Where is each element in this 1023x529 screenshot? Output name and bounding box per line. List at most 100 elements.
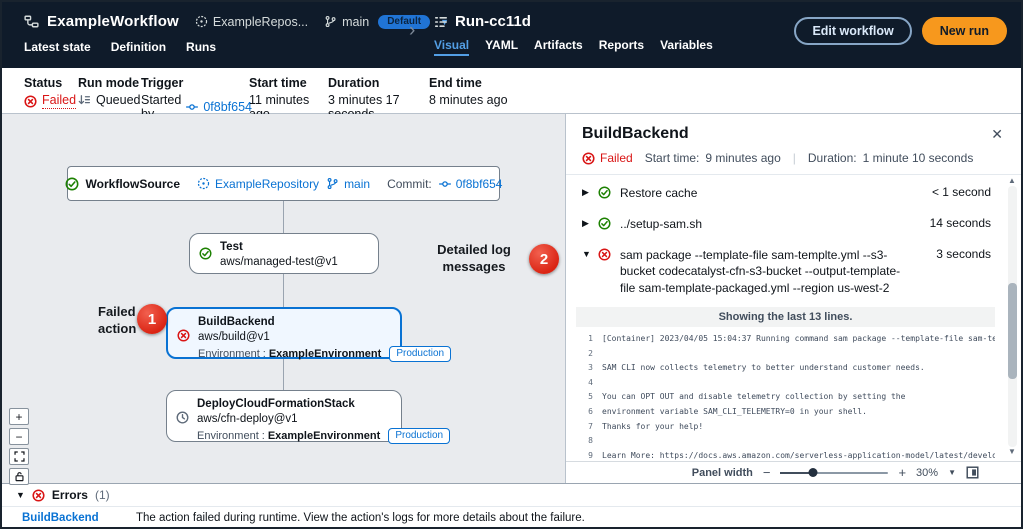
chevron-down-icon[interactable]: ▼	[948, 468, 956, 477]
commit-label: Commit:	[387, 177, 432, 191]
expand-panel-icon[interactable]	[966, 466, 979, 479]
commit-icon	[186, 101, 198, 113]
log-zoom-value[interactable]: 30%	[916, 467, 938, 479]
source-commit-link[interactable]: 0f8bf654	[439, 177, 503, 191]
log-banner: Showing the last 13 lines.	[576, 307, 995, 327]
log-line: 5You can OPT OUT and disable telemetry c…	[578, 390, 995, 405]
step-row-sam-package[interactable]: ▼ sam package --template-file sam-templt…	[566, 240, 1021, 304]
end-time-column: End time 8 minutes ago	[429, 76, 508, 113]
end-time-label: End time	[429, 76, 508, 90]
lock-button[interactable]	[9, 468, 29, 485]
tab-variables[interactable]: Variables	[660, 38, 713, 56]
close-icon[interactable]: ✕	[991, 127, 1003, 141]
status-label: Status	[24, 76, 78, 90]
panel-width-increase-button[interactable]: +	[898, 465, 906, 480]
zoom-in-button[interactable]: +	[9, 408, 29, 425]
step-name: Restore cache	[620, 185, 932, 202]
expand-caret-icon[interactable]: ▶	[582, 218, 597, 229]
source-commit-id: 0f8bf654	[456, 177, 503, 191]
repository-icon	[195, 15, 208, 28]
top-header: ExampleWorkflow ExampleRepos... main Def…	[2, 2, 1021, 68]
tab-definition[interactable]: Definition	[111, 40, 166, 54]
environment-label: Environment	[197, 430, 259, 442]
source-branch-link[interactable]: main	[326, 177, 370, 191]
trigger-commit-link[interactable]: 0f8bf654	[203, 100, 252, 114]
log-line: 6environment variable SAM_CLI_TELEMETRY=…	[578, 405, 995, 420]
error-row: BuildBackend The action failed during ru…	[2, 507, 1021, 524]
log-output[interactable]: 1[Container] 2023/04/05 15:04:37 Running…	[578, 332, 995, 461]
commit-icon	[439, 178, 451, 190]
failed-action-annotation: Failed action	[98, 304, 136, 338]
tab-artifacts[interactable]: Artifacts	[534, 38, 583, 56]
run-title: Run-cc11d	[455, 13, 531, 30]
run-mode-value: Queued	[96, 93, 140, 107]
error-action-link[interactable]: BuildBackend	[22, 512, 136, 524]
production-badge: Production	[388, 428, 450, 444]
annotation-text: Failed	[98, 304, 136, 321]
scroll-down-icon[interactable]: ▼	[1008, 447, 1016, 457]
slider-thumb[interactable]	[808, 468, 817, 477]
start-time-label: Start time	[249, 76, 328, 90]
branch-icon	[326, 177, 339, 190]
connector-line	[283, 201, 284, 233]
panel-scrollbar[interactable]: ▲ ▼	[1007, 176, 1017, 457]
connector-line	[283, 274, 284, 307]
annotation-text: Detailed log	[426, 242, 522, 259]
panel-title: BuildBackend	[582, 125, 1005, 143]
status-value[interactable]: Failed	[42, 93, 76, 109]
scrollbar-thumb[interactable]	[1008, 283, 1017, 380]
tab-yaml[interactable]: YAML	[485, 38, 518, 56]
source-repository-link[interactable]: ExampleRepository	[197, 177, 319, 191]
step-duration: 14 seconds	[930, 216, 991, 230]
errors-header[interactable]: ▼ Errors (1)	[2, 484, 1021, 507]
tab-visual[interactable]: Visual	[434, 38, 469, 56]
branch-selector[interactable]: main Default ▼	[324, 15, 449, 29]
panel-header: BuildBackend ✕ Failed Start time: 9 minu…	[566, 114, 1021, 175]
edit-workflow-button[interactable]: Edit workflow	[794, 17, 911, 45]
test-action-node[interactable]: Test aws/managed-test@v1	[189, 233, 379, 274]
workflow-title: ExampleWorkflow	[47, 13, 179, 30]
run-mode-column: Run mode Queued	[78, 76, 141, 113]
panel-footer: Panel width − + 30% ▼	[566, 461, 1021, 483]
connector-line	[283, 359, 284, 390]
failed-status-icon	[582, 152, 595, 165]
branch-icon	[324, 15, 337, 28]
node-action-type: aws/managed-test@v1	[220, 255, 368, 270]
run-status-bar: Status Failed Run mode Queued Trigger St…	[2, 68, 1021, 114]
end-time-value: 8 minutes ago	[429, 93, 508, 107]
deploy-cfn-action-node[interactable]: DeployCloudFormationStack aws/cfn-deploy…	[166, 390, 402, 442]
callout-2-badge: 2	[529, 244, 559, 274]
step-row-setup-sam[interactable]: ▶ ../setup-sam.sh 14 seconds	[566, 209, 1021, 240]
tab-reports[interactable]: Reports	[599, 38, 644, 56]
failed-status-icon	[177, 329, 190, 342]
tab-runs[interactable]: Runs	[186, 40, 216, 54]
workflow-diagram-canvas[interactable]: WorkflowSource ExampleRepository main Co…	[2, 114, 565, 483]
zoom-out-button[interactable]: −	[9, 428, 29, 445]
environment-name: ExampleEnvironment	[269, 348, 381, 360]
step-row-restore-cache[interactable]: ▶ Restore cache < 1 second	[566, 178, 1021, 209]
trigger-column: Trigger Started by 0f8bf654	[141, 76, 249, 113]
scrollbar-track[interactable]	[1008, 186, 1017, 447]
new-run-button[interactable]: New run	[922, 17, 1007, 45]
pending-status-icon	[176, 411, 189, 424]
workflow-source-node[interactable]: WorkflowSource ExampleRepository main Co…	[67, 166, 500, 201]
panel-width-decrease-button[interactable]: −	[763, 465, 771, 480]
tab-latest-state[interactable]: Latest state	[24, 40, 91, 54]
repository-selector[interactable]: ExampleRepos...	[195, 15, 308, 29]
panel-duration-label: Duration:	[808, 151, 857, 165]
expand-caret-icon[interactable]: ▶	[582, 187, 597, 198]
fit-to-screen-button[interactable]	[9, 448, 29, 465]
scroll-up-icon[interactable]: ▲	[1008, 176, 1016, 186]
success-status-icon	[598, 186, 611, 199]
build-backend-action-node[interactable]: BuildBackend aws/build@v1 Environment : …	[166, 307, 402, 359]
panel-width-slider[interactable]	[780, 472, 888, 474]
start-time-column: Start time 11 minutes ago	[249, 76, 328, 113]
collapse-caret-icon[interactable]: ▼	[16, 490, 25, 500]
run-tabs: Visual YAML Artifacts Reports Variables	[434, 38, 713, 56]
success-status-icon	[65, 177, 79, 191]
collapse-caret-icon[interactable]: ▼	[582, 249, 597, 259]
action-details-panel: BuildBackend ✕ Failed Start time: 9 minu…	[565, 114, 1021, 483]
repository-icon	[197, 177, 210, 190]
diagram-zoom-toolbar: + −	[9, 408, 29, 485]
detailed-log-annotation: Detailed log messages	[426, 242, 522, 276]
